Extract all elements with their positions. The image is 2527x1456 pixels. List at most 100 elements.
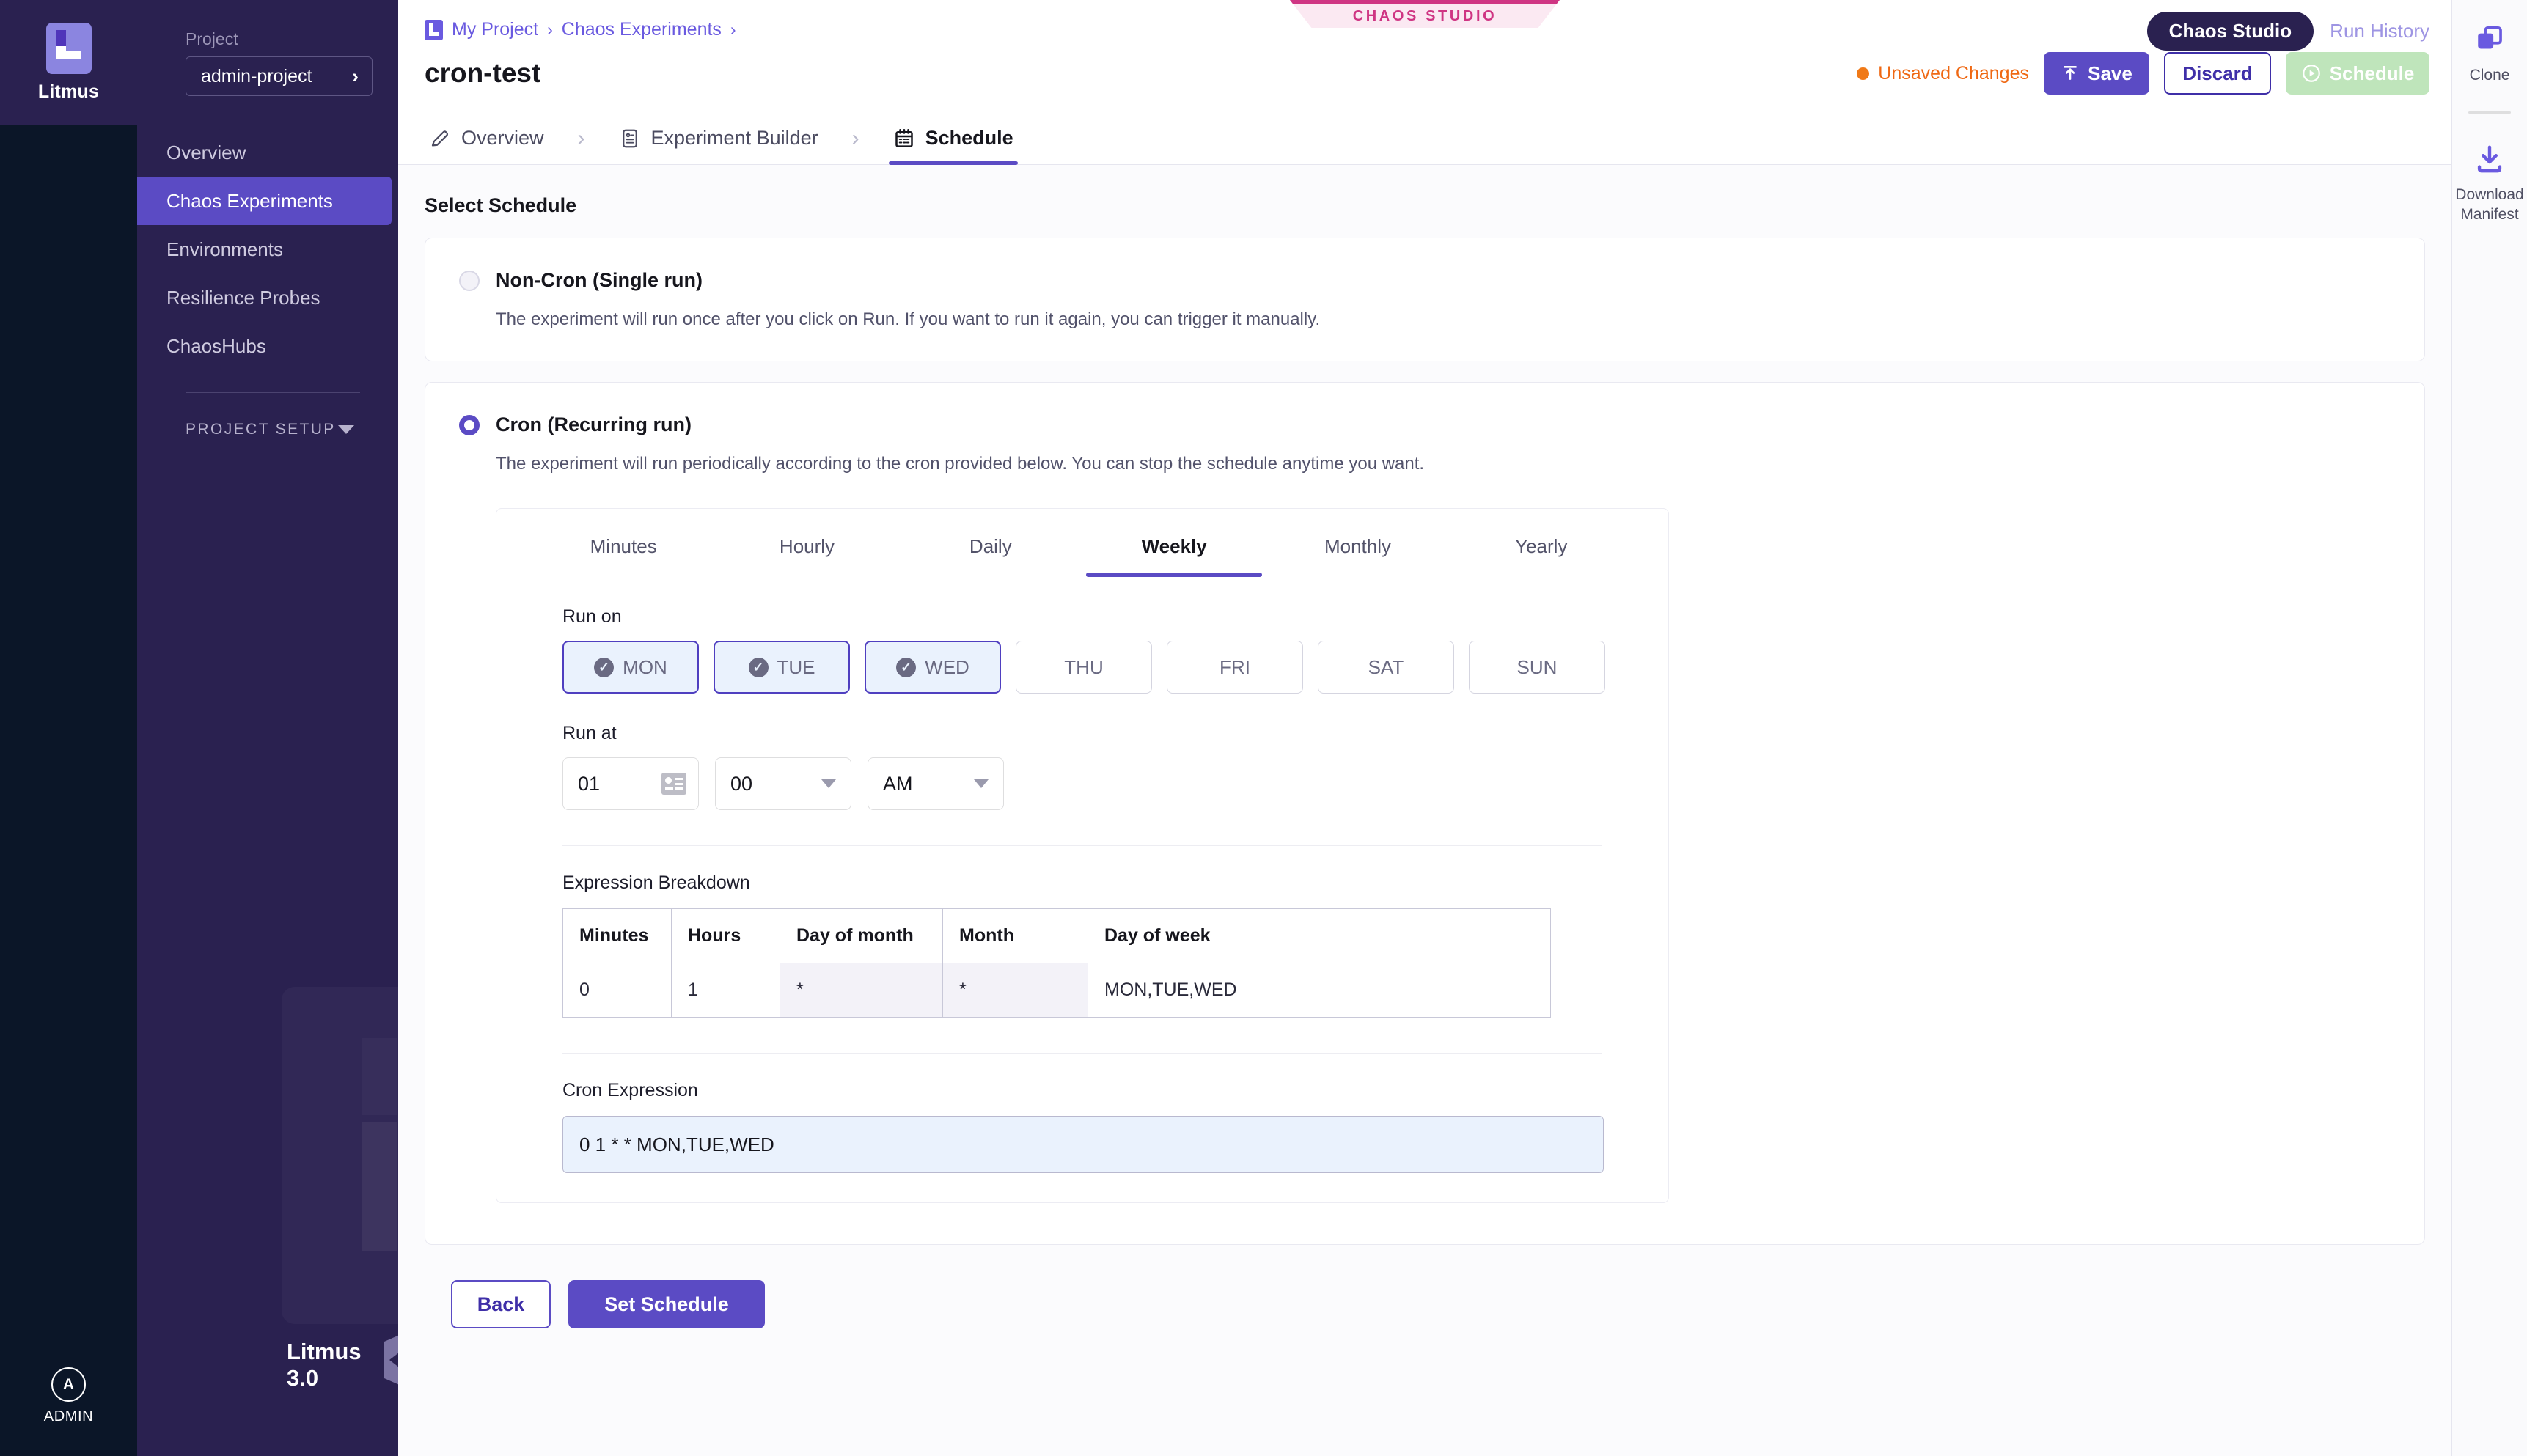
check-icon: ✓ bbox=[749, 658, 769, 677]
app-root: Litmus A ADMIN Project admin-project › O… bbox=[0, 0, 2527, 1456]
footer-actions: Back Set Schedule bbox=[425, 1245, 2425, 1328]
project-selector[interactable]: admin-project › bbox=[186, 56, 373, 96]
sidebar-divider bbox=[186, 392, 360, 393]
status-dot-icon bbox=[1857, 67, 1869, 80]
cron-tab-hourly[interactable]: Hourly bbox=[715, 535, 898, 577]
clone-action-label: Clone bbox=[2470, 66, 2510, 85]
mode-chaos-studio[interactable]: Chaos Studio bbox=[2147, 12, 2314, 51]
day-button-label: FRI bbox=[1220, 656, 1250, 679]
table-header-row: Minutes Hours Day of month Month Day of … bbox=[563, 909, 1551, 963]
tab-overview[interactable]: Overview bbox=[425, 117, 549, 164]
discard-button-label: Discard bbox=[2182, 62, 2252, 85]
cron-tab-daily[interactable]: Daily bbox=[899, 535, 1082, 577]
chevron-down-icon bbox=[338, 425, 354, 434]
hour-input-value: 01 bbox=[578, 773, 600, 795]
save-button[interactable]: Save bbox=[2044, 52, 2149, 95]
breadcrumb-item-chaos-experiments[interactable]: Chaos Experiments bbox=[562, 19, 722, 40]
project-label: Project bbox=[186, 29, 398, 49]
day-button-thu[interactable]: THU bbox=[1016, 641, 1152, 694]
download-manifest-action-label: Download Manifest bbox=[2452, 185, 2527, 224]
breadcrumb-item-my-project[interactable]: My Project bbox=[452, 19, 538, 40]
clone-action[interactable]: Clone bbox=[2470, 23, 2510, 85]
sidebar-item-resilience-probes[interactable]: Resilience Probes bbox=[137, 273, 392, 322]
cron-tab-minutes[interactable]: Minutes bbox=[532, 535, 715, 577]
day-of-week-selector: ✓ MON ✓ TUE ✓ WED bbox=[562, 641, 1633, 694]
table-row: 0 1 * * MON,TUE,WED bbox=[563, 963, 1551, 1018]
title-actions: Unsaved Changes Save Discard bbox=[1857, 52, 2429, 95]
hour-input[interactable]: 01 bbox=[562, 757, 699, 810]
day-button-tue[interactable]: ✓ TUE bbox=[714, 641, 850, 694]
tab-experiment-builder[interactable]: Experiment Builder bbox=[615, 117, 823, 164]
schedule-button-label: Schedule bbox=[2330, 62, 2415, 85]
run-at-controls: 01 00 AM bbox=[562, 757, 1633, 810]
cron-tab-monthly[interactable]: Monthly bbox=[1266, 535, 1449, 577]
litmus-logo-icon bbox=[425, 20, 443, 40]
main-area: CHAOS STUDIO My Project › Chaos Experime… bbox=[398, 0, 2451, 1456]
meridiem-select[interactable]: AM bbox=[868, 757, 1004, 810]
sidebar-item-label: Chaos Experiments bbox=[166, 190, 333, 213]
run-on-label: Run on bbox=[562, 606, 1633, 628]
check-icon: ✓ bbox=[594, 658, 614, 677]
day-button-mon[interactable]: ✓ MON bbox=[562, 641, 699, 694]
day-button-sat[interactable]: SAT bbox=[1318, 641, 1454, 694]
day-button-sun[interactable]: SUN bbox=[1469, 641, 1605, 694]
column-header-minutes: Minutes bbox=[563, 909, 672, 963]
back-button[interactable]: Back bbox=[451, 1280, 551, 1328]
day-button-fri[interactable]: FRI bbox=[1167, 641, 1303, 694]
back-button-label: Back bbox=[477, 1293, 525, 1316]
sidebar: Project admin-project › Overview Chaos E… bbox=[137, 0, 398, 1456]
radio-cron[interactable] bbox=[459, 415, 480, 435]
page-title: cron-test bbox=[425, 58, 540, 89]
set-schedule-button[interactable]: Set Schedule bbox=[568, 1280, 765, 1328]
chevron-down-icon bbox=[821, 779, 836, 788]
litmus-brand-label: Litmus bbox=[38, 81, 99, 103]
avatar[interactable]: A bbox=[51, 1367, 86, 1402]
day-button-label: MON bbox=[623, 656, 667, 679]
hour-picker-icon[interactable] bbox=[661, 773, 686, 795]
sidebar-item-chaoshubs[interactable]: ChaosHubs bbox=[137, 322, 392, 370]
radio-non-cron[interactable] bbox=[459, 271, 480, 291]
sidebar-item-label: Resilience Probes bbox=[166, 287, 320, 309]
right-action-rail: Clone Download Manifest bbox=[2451, 0, 2527, 1456]
column-header-day-of-week: Day of week bbox=[1088, 909, 1551, 963]
sidebar-project-setup[interactable]: PROJECT SETUP bbox=[137, 421, 398, 438]
sidebar-item-environments[interactable]: Environments bbox=[137, 225, 392, 273]
cron-expression-input[interactable]: 0 1 * * MON,TUE,WED bbox=[562, 1116, 1604, 1173]
chevron-down-icon bbox=[974, 779, 989, 788]
sidebar-item-label: Environments bbox=[166, 238, 283, 261]
breadcrumb-separator-icon: › bbox=[547, 20, 553, 40]
breadcrumb-separator-icon: › bbox=[730, 20, 736, 40]
rail-user-area[interactable]: A ADMIN bbox=[0, 1367, 137, 1425]
litmus-version-label: Litmus 3.0 bbox=[287, 1339, 398, 1391]
set-schedule-button-label: Set Schedule bbox=[604, 1293, 729, 1316]
discard-button[interactable]: Discard bbox=[2164, 52, 2271, 95]
tab-separator-icon: › bbox=[549, 126, 615, 164]
day-button-label: THU bbox=[1064, 656, 1103, 679]
minute-select[interactable]: 00 bbox=[715, 757, 851, 810]
mode-run-history[interactable]: Run History bbox=[2330, 20, 2429, 43]
day-button-label: TUE bbox=[777, 656, 815, 679]
unsaved-changes-label: Unsaved Changes bbox=[1878, 63, 2029, 84]
tab-schedule[interactable]: Schedule bbox=[889, 117, 1018, 164]
avatar-label: ADMIN bbox=[44, 1408, 93, 1425]
download-manifest-action[interactable]: Download Manifest bbox=[2452, 143, 2527, 224]
cron-tab-yearly[interactable]: Yearly bbox=[1450, 535, 1633, 577]
upload-icon bbox=[2061, 64, 2080, 83]
cron-tab-weekly[interactable]: Weekly bbox=[1082, 535, 1266, 577]
chaos-studio-banner: CHAOS STUDIO bbox=[1290, 0, 1560, 28]
run-at-label: Run at bbox=[562, 723, 1633, 744]
chaos-studio-banner-label: CHAOS STUDIO bbox=[1353, 8, 1497, 25]
cron-configuration-panel: Minutes Hourly Daily Weekly Monthly Year… bbox=[496, 508, 1669, 1203]
schedule-option-cron-card[interactable]: Cron (Recurring run) The experiment will… bbox=[425, 382, 2425, 1245]
chevron-right-icon: › bbox=[352, 67, 359, 87]
litmus-brand[interactable]: Litmus bbox=[0, 0, 137, 125]
sidebar-item-label: Overview bbox=[166, 141, 246, 164]
schedule-button[interactable]: Schedule bbox=[2286, 52, 2429, 95]
radio-non-cron-label: Non-Cron (Single run) bbox=[496, 269, 703, 292]
sidebar-item-chaos-experiments[interactable]: Chaos Experiments bbox=[137, 177, 392, 225]
sidebar-item-overview[interactable]: Overview bbox=[137, 128, 392, 177]
rail-divider bbox=[2468, 111, 2511, 114]
day-button-wed[interactable]: ✓ WED bbox=[865, 641, 1001, 694]
calendar-icon bbox=[893, 128, 915, 150]
schedule-option-non-cron-card[interactable]: Non-Cron (Single run) The experiment wil… bbox=[425, 238, 2425, 361]
